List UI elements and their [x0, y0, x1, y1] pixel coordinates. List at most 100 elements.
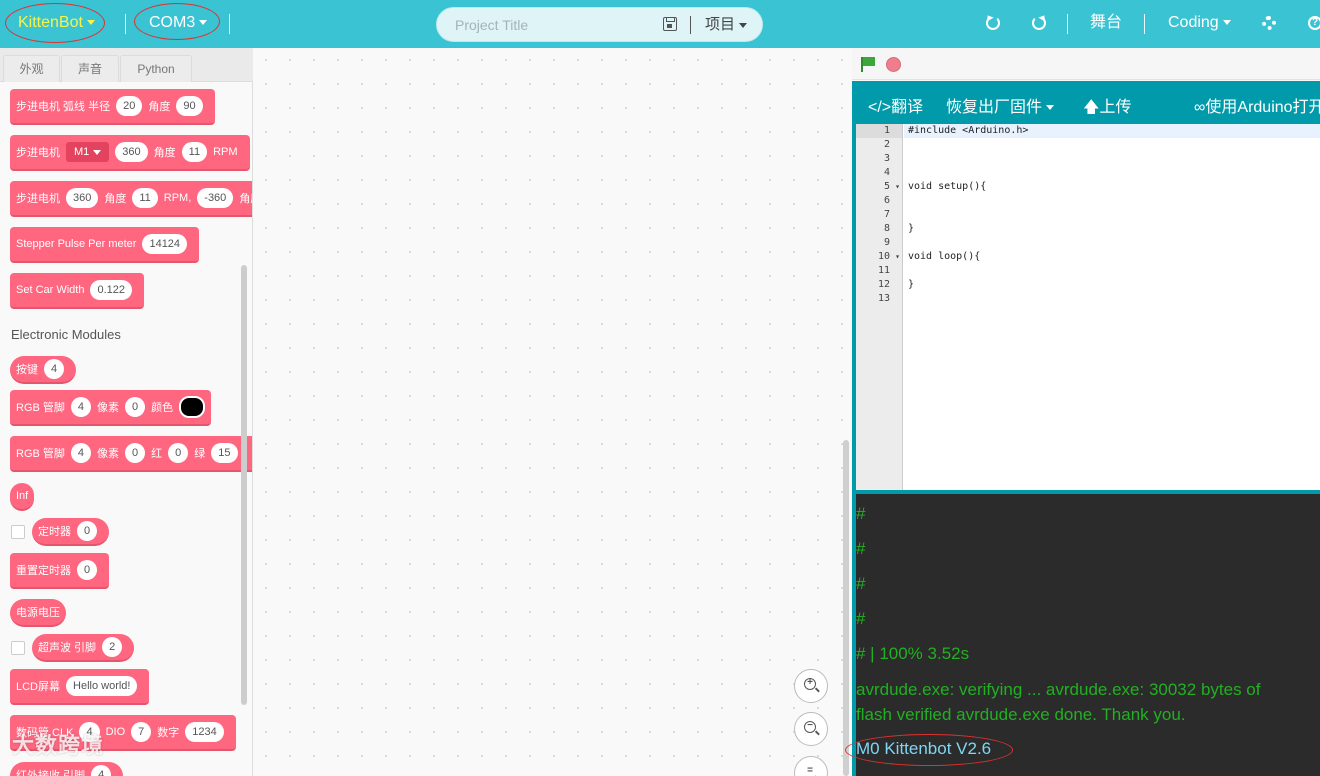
- block-label: Stepper Pulse Per meter: [16, 238, 137, 250]
- timer-checkbox[interactable]: [11, 525, 25, 539]
- watermark: 大数跨境: [12, 733, 105, 758]
- category-heading: Electronic Modules: [11, 327, 121, 342]
- block-input[interactable]: 11: [181, 142, 208, 162]
- block-input[interactable]: 1234: [185, 722, 224, 742]
- block-input[interactable]: 4: [91, 765, 112, 776]
- console-version: M0 Kittenbot V2.6: [856, 739, 992, 758]
- block-input[interactable]: 0: [77, 560, 98, 580]
- line-number: 10 ▾: [856, 250, 902, 264]
- stage-button[interactable]: 舞台: [1090, 0, 1122, 48]
- block-label: LCD屏幕: [16, 681, 61, 693]
- project-title-input[interactable]: [455, 15, 655, 35]
- block-palette: 步进电机 弧线 半径 20 角度 90 步进电机 M1 360 角度 11 RP…: [0, 82, 253, 776]
- fold-icon[interactable]: ▾: [895, 180, 900, 194]
- block-stepper-pulse[interactable]: Stepper Pulse Per meter 14124: [10, 227, 200, 263]
- code-line: }: [908, 223, 915, 234]
- restore-firmware-menu[interactable]: 恢复出厂固件: [946, 93, 1055, 117]
- brand-menu[interactable]: KittenBot: [18, 0, 95, 48]
- block-reset-timer[interactable]: 重置定时器 0: [10, 553, 110, 589]
- code-editor[interactable]: 1 2 3 4 5 ▾ 6 7 8 9 10 ▾ 11 12 13 #include…: [856, 124, 1320, 490]
- block-input[interactable]: 0: [168, 443, 189, 463]
- chevron-down-icon: [86, 20, 95, 26]
- block-label: 超声波 引脚: [38, 642, 97, 654]
- block-input[interactable]: 0.122: [90, 280, 132, 300]
- undo-icon[interactable]: [986, 16, 1000, 30]
- fold-icon[interactable]: ▾: [895, 250, 900, 264]
- block-label: RPM,: [163, 192, 192, 204]
- divider: [125, 14, 126, 34]
- block-rgb-values[interactable]: RGB 管脚 4 像素 0 红 0 绿 15: [10, 436, 252, 472]
- block-input[interactable]: 14124: [142, 234, 188, 254]
- serial-console[interactable]: # # # # # | 100% 3.52s avrdude.exe: veri…: [856, 494, 1320, 776]
- equals-icon: =: [804, 766, 816, 776]
- block-input[interactable]: 4: [70, 443, 92, 463]
- block-input[interactable]: 15: [211, 443, 238, 463]
- block-stepper-rpm[interactable]: 步进电机 M1 360 角度 11 RPM: [10, 135, 250, 171]
- redo-icon[interactable]: [1032, 16, 1046, 30]
- palette-scrollbar[interactable]: [241, 265, 247, 705]
- block-inf[interactable]: Inf: [10, 483, 35, 511]
- block-stepper-dual[interactable]: 步进电机 360 角度 11 RPM, -360 角度: [10, 181, 252, 217]
- block-input[interactable]: 360: [66, 188, 99, 208]
- ultrasonic-checkbox[interactable]: [11, 641, 25, 655]
- block-lcd[interactable]: LCD屏幕 Hello world!: [10, 669, 150, 705]
- block-timer[interactable]: 定时器 0: [32, 518, 110, 546]
- chevron-down-icon: [93, 149, 102, 155]
- zoom-in-button[interactable]: +: [794, 669, 828, 703]
- stop-icon[interactable]: [886, 57, 901, 72]
- block-input[interactable]: 0: [125, 397, 146, 417]
- save-icon[interactable]: [663, 17, 677, 31]
- block-input[interactable]: 7: [131, 722, 152, 742]
- block-stepper-arc[interactable]: 步进电机 弧线 半径 20 角度 90: [10, 89, 215, 125]
- project-menu-label: 项目: [705, 16, 736, 33]
- block-input[interactable]: 90: [176, 96, 203, 116]
- console-line: #: [856, 574, 866, 593]
- open-arduino-button[interactable]: ∞使用Arduino打开: [1194, 93, 1320, 117]
- block-input[interactable]: Hello world!: [66, 676, 138, 696]
- block-input[interactable]: 4: [70, 397, 92, 417]
- help-icon[interactable]: ?: [1308, 16, 1320, 30]
- block-input[interactable]: 0: [77, 521, 98, 541]
- block-car-width[interactable]: Set Car Width 0.122: [10, 273, 144, 309]
- block-input[interactable]: 360: [115, 142, 148, 162]
- line-number: 7: [883, 209, 890, 220]
- block-input[interactable]: 20: [116, 96, 143, 116]
- workspace-scrollbar[interactable]: [843, 440, 849, 776]
- chevron-down-icon: [1222, 20, 1231, 26]
- block-input[interactable]: 2: [102, 637, 123, 657]
- tab-sound[interactable]: 声音: [61, 55, 119, 82]
- line-number: 5 ▾: [856, 180, 902, 194]
- code-line: #include <Arduino.h>: [904, 124, 1320, 138]
- block-label: 重置定时器: [16, 565, 71, 577]
- block-label: Set Car Width: [16, 284, 85, 296]
- code-text[interactable]: #include <Arduino.h> void setup(){ } voi…: [904, 124, 1320, 490]
- color-swatch[interactable]: [179, 396, 206, 418]
- tab-python[interactable]: Python: [120, 55, 192, 82]
- tab-looks[interactable]: 外观: [3, 55, 60, 82]
- zoom-out-button[interactable]: −: [794, 712, 828, 746]
- mode-menu[interactable]: Coding: [1168, 0, 1231, 48]
- line-number-text: 5: [883, 181, 890, 192]
- block-rgb-color[interactable]: RGB 管脚 4 像素 0 颜色: [10, 390, 212, 426]
- block-dropdown[interactable]: M1: [66, 142, 110, 162]
- port-menu[interactable]: COM3: [149, 0, 208, 48]
- block-ultrasonic[interactable]: 超声波 引脚 2: [32, 634, 135, 662]
- project-menu[interactable]: 项目: [705, 8, 748, 41]
- translate-button[interactable]: </>翻译: [868, 93, 923, 117]
- console-line: #: [856, 609, 866, 628]
- block-workspace[interactable]: [254, 48, 852, 776]
- block-input[interactable]: 0: [125, 443, 146, 463]
- line-number: 12: [877, 279, 890, 290]
- block-power-voltage[interactable]: 电源电压: [10, 599, 66, 627]
- gear-icon[interactable]: [1262, 16, 1276, 30]
- block-input[interactable]: 11: [132, 188, 158, 208]
- block-input[interactable]: -360: [197, 188, 234, 208]
- block-label: RGB 管脚: [16, 448, 65, 460]
- block-button[interactable]: 按键 4: [10, 356, 77, 384]
- upload-button[interactable]: 🡅上传: [1083, 93, 1131, 123]
- green-flag-icon[interactable]: [861, 57, 875, 72]
- block-ir-receiver[interactable]: 红外接收 引脚 4: [10, 762, 124, 776]
- block-input[interactable]: 4: [44, 359, 65, 379]
- line-number: 1: [856, 124, 902, 138]
- code-toolbar: </>翻译 恢复出厂固件 🡅上传 ∞使用Arduino打开: [852, 81, 1320, 124]
